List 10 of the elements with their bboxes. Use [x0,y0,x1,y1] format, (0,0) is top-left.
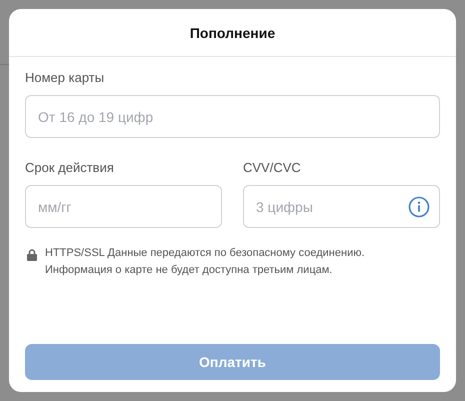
cvv-field[interactable]: 3 цифры [243,185,440,228]
security-note: HTTPS/SSL Данные передаются по безопасному соединению. Информация о карте не будет доступна третьим лицам. [45,246,366,278]
field-label: CVV/CVC [243,160,302,175]
field-label: Срок действия [25,160,115,175]
lock-icon [27,249,37,261]
field-label: Номер карты [25,70,106,85]
dialog-title: Пополнение [190,24,276,40]
info-icon[interactable] [408,196,430,218]
card-number-field[interactable]: От 16 до 19 цифр [25,95,440,138]
expiry-field[interactable]: мм/гг [25,185,222,228]
